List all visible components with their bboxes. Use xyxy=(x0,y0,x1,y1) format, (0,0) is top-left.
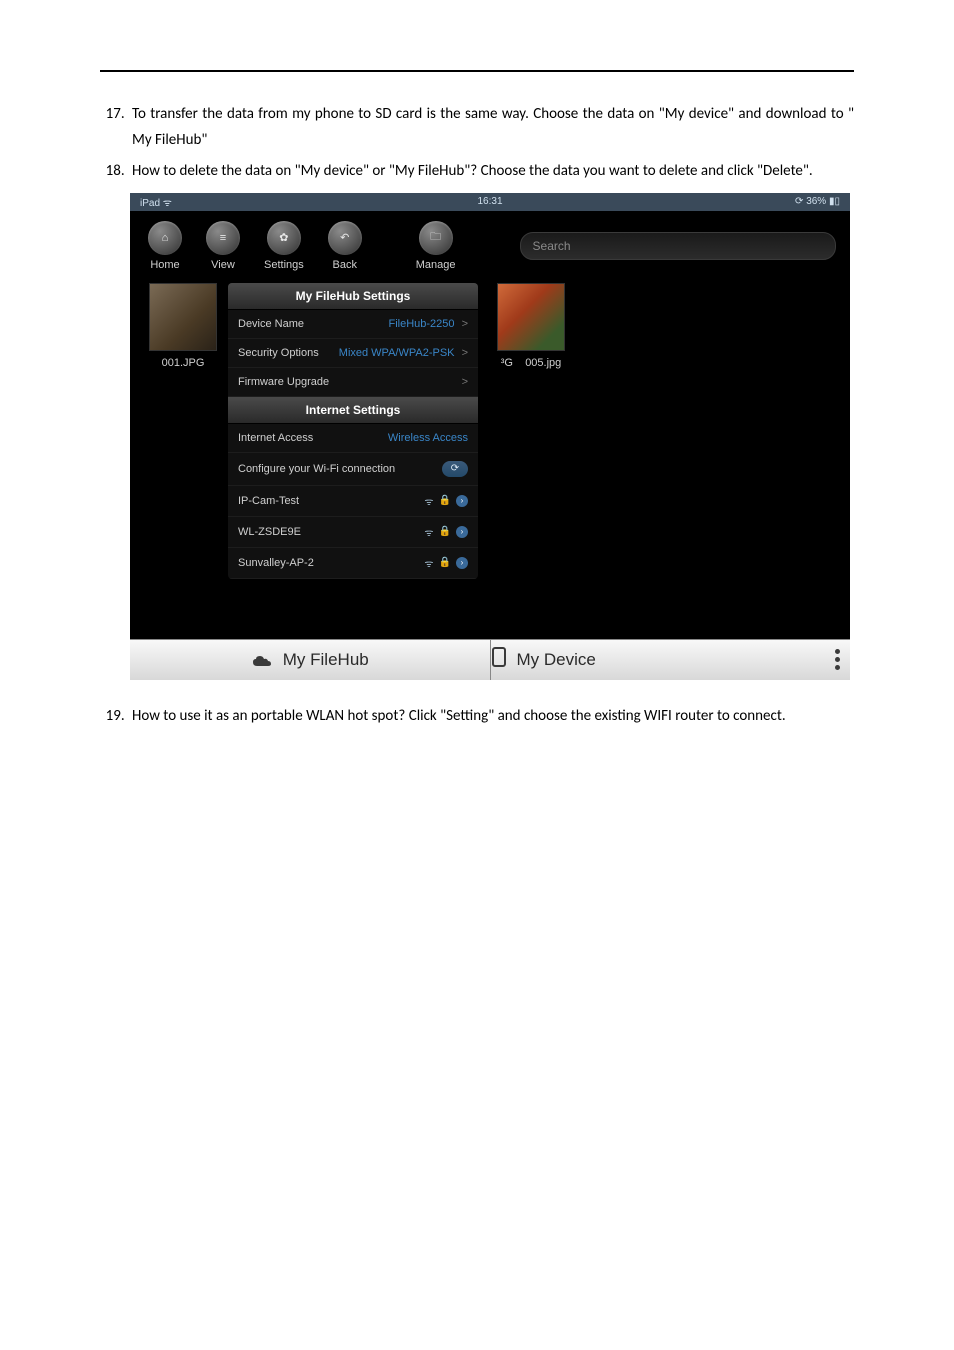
info-icon[interactable]: › xyxy=(456,526,468,538)
row-label: Device Name xyxy=(238,318,304,330)
view-label: View xyxy=(211,259,235,271)
thumbnail-item[interactable]: 001.JPG xyxy=(148,283,218,579)
row-label: Configure your Wi-Fi connection xyxy=(238,463,395,475)
device-name-row[interactable]: Device Name FileHub-2250 > xyxy=(228,310,478,339)
wifi-icon: ᯤ xyxy=(424,556,433,570)
instruction-list: How to use it as an portable WLAN hot sp… xyxy=(100,704,854,730)
settings-panel: My FileHub Settings Device Name FileHub-… xyxy=(228,283,478,579)
chevron-right-icon: > xyxy=(459,318,468,330)
device-icon xyxy=(491,647,507,672)
row-value: FileHub-2250 xyxy=(388,318,454,330)
thumbnail-item[interactable]: ³G 005.jpg xyxy=(496,283,566,579)
firmware-row[interactable]: Firmware Upgrade > xyxy=(228,368,478,397)
photo-thumb xyxy=(497,283,565,351)
wifi-name: WL-ZSDE9E xyxy=(238,526,301,538)
row-label: Internet Access xyxy=(238,432,313,444)
manage-label: Manage xyxy=(416,259,456,271)
lock-icon: 🔒 xyxy=(439,526,451,537)
home-button[interactable]: ⌂ Home xyxy=(148,221,182,271)
back-button[interactable]: ↶ Back xyxy=(328,221,362,271)
manage-button[interactable]: 🗀 Manage xyxy=(416,221,456,271)
security-row[interactable]: Security Options Mixed WPA/WPA2-PSK > xyxy=(228,339,478,368)
wifi-icon: ᯤ xyxy=(424,525,433,539)
row-value: Wireless Access xyxy=(388,432,468,444)
tab-label: My FileHub xyxy=(283,650,369,670)
app-screenshot: iPad ᯤ 16:31 ⟳ 36% ▮▯ ⌂ Home ≡ View ✿ Se… xyxy=(130,193,850,680)
list-icon: ≡ xyxy=(206,221,240,255)
home-label: Home xyxy=(150,259,179,271)
configure-wifi-row[interactable]: Configure your Wi-Fi connection ⟳ xyxy=(228,453,478,486)
status-bar: iPad ᯤ 16:31 ⟳ 36% ▮▯ xyxy=(130,193,850,211)
instruction-item: To transfer the data from my phone to SD… xyxy=(128,102,854,153)
wifi-name: IP-Cam-Test xyxy=(238,495,299,507)
wifi-item[interactable]: IP-Cam-Test ᯤ 🔒 › xyxy=(228,486,478,517)
lock-icon: 🔒 xyxy=(439,557,451,568)
info-icon[interactable]: › xyxy=(456,557,468,569)
toolbar: ⌂ Home ≡ View ✿ Settings ↶ Back 🗀 Manage… xyxy=(130,211,850,279)
internet-access-row[interactable]: Internet Access Wireless Access xyxy=(228,424,478,453)
instruction-list: To transfer the data from my phone to SD… xyxy=(100,102,854,185)
back-icon: ↶ xyxy=(328,221,362,255)
chevron-right-icon: > xyxy=(462,376,468,388)
wifi-icon: ᯤ xyxy=(424,494,433,508)
status-device: iPad ᯤ xyxy=(140,195,172,209)
chevron-right-icon: > xyxy=(459,347,468,359)
home-icon: ⌂ xyxy=(148,221,182,255)
lock-icon: 🔒 xyxy=(439,495,451,506)
tab-my-device[interactable]: My Device xyxy=(491,640,851,680)
instruction-item: How to delete the data on "My device" or… xyxy=(128,159,854,185)
instruction-item: How to use it as an portable WLAN hot sp… xyxy=(128,704,854,730)
header-rule xyxy=(100,70,854,72)
wifi-icon: ᯤ xyxy=(163,198,172,209)
row-value: Mixed WPA/WPA2-PSK xyxy=(339,347,455,359)
cloud-icon xyxy=(251,653,273,667)
gear-icon: ✿ xyxy=(267,221,301,255)
tab-label: My Device xyxy=(517,650,596,670)
info-icon[interactable]: › xyxy=(456,495,468,507)
panel-header: Internet Settings xyxy=(228,397,478,424)
row-label: Firmware Upgrade xyxy=(238,376,329,388)
panel-header: My FileHub Settings xyxy=(228,283,478,310)
bottom-bar: My FileHub My Device xyxy=(130,639,850,680)
refresh-icon[interactable]: ⟳ xyxy=(442,461,468,477)
wifi-item[interactable]: Sunvalley-AP-2 ᯤ 🔒 › xyxy=(228,548,478,579)
wifi-item[interactable]: WL-ZSDE9E ᯤ 🔒 › xyxy=(228,517,478,548)
settings-label: Settings xyxy=(264,259,304,271)
tab-my-filehub[interactable]: My FileHub xyxy=(130,640,491,680)
settings-button[interactable]: ✿ Settings xyxy=(264,221,304,271)
more-icon[interactable] xyxy=(835,649,840,670)
search-input[interactable]: Search xyxy=(520,232,836,260)
search-placeholder: Search xyxy=(533,239,571,253)
status-clock: 16:31 xyxy=(477,196,502,207)
view-button[interactable]: ≡ View xyxy=(206,221,240,271)
wifi-name: Sunvalley-AP-2 xyxy=(238,557,314,569)
back-label: Back xyxy=(333,259,357,271)
thumb-label: 001.JPG xyxy=(162,357,205,369)
folder-icon: 🗀 xyxy=(419,221,453,255)
row-label: Security Options xyxy=(238,347,319,359)
thumb-label: ³G 005.jpg xyxy=(501,357,562,369)
photo-thumb xyxy=(149,283,217,351)
status-battery: ⟳ 36% ▮▯ xyxy=(795,196,840,207)
